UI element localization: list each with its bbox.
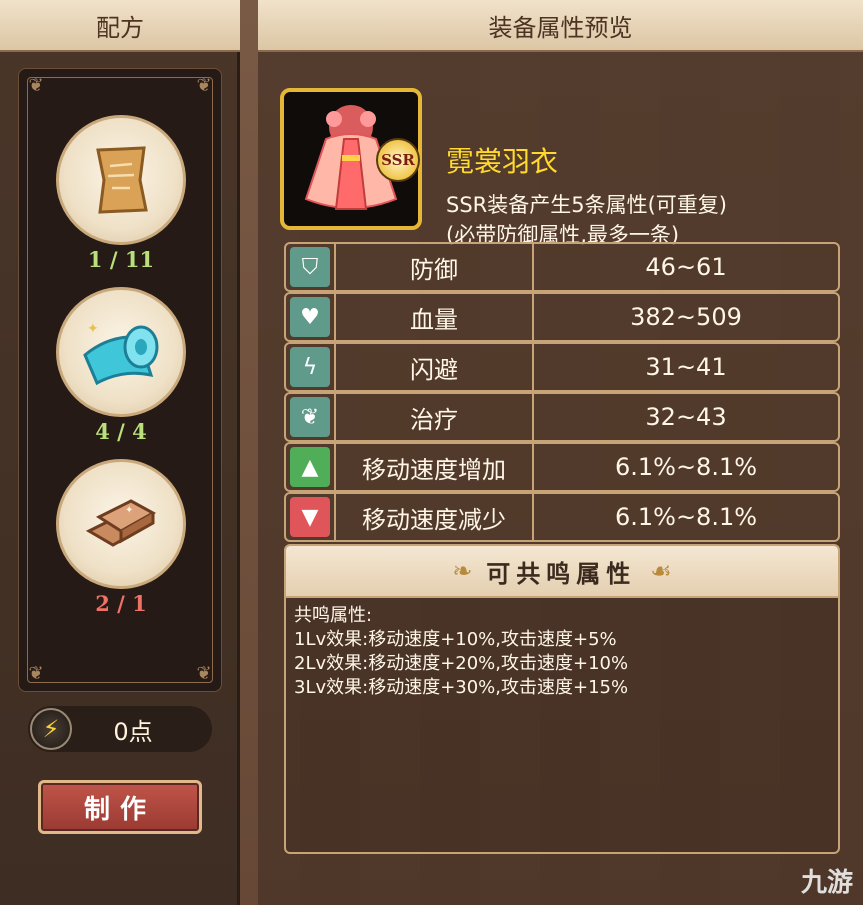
- ornament-right-icon: ☙: [650, 557, 672, 585]
- equipment-preview-panel: 装备属性预览 SSR 霓裳羽衣 SSR装备产生5条属性(可重复) (必带防御属性…: [258, 0, 863, 905]
- resonance-label: 共鸣属性:: [294, 605, 373, 626]
- preview-body: SSR 霓裳羽衣 SSR装备产生5条属性(可重复) (必带防御属性,最多一条) …: [258, 52, 863, 905]
- make-button[interactable]: 制作: [38, 780, 202, 834]
- material-slot-1[interactable]: 1 / 11: [56, 115, 186, 272]
- recipe-materials-box: ❦ ❦ ❦ ❦ 1 / 11 ✦ 4 / 4 ✦ 2 / 1: [18, 68, 222, 692]
- leaf-icon: ❦: [290, 397, 330, 437]
- material-count: 4 / 4: [95, 419, 147, 444]
- stat-row-defense: ⛉ 防御 46~61: [284, 242, 840, 292]
- corner-ornament-icon: ❦: [28, 75, 44, 96]
- boot-down-icon: ▼: [290, 497, 330, 537]
- stat-name: 防御: [336, 244, 534, 290]
- recipe-scroll-icon: [56, 115, 186, 245]
- lightning-icon: ϟ: [290, 347, 330, 387]
- preview-title: 装备属性预览: [258, 0, 863, 52]
- points-value: 0点: [113, 717, 153, 746]
- ssr-rarity-badge: SSR: [376, 138, 420, 182]
- corner-ornament-icon: ❦: [28, 663, 44, 684]
- stat-value: 31~41: [645, 353, 727, 381]
- stat-name: 闪避: [336, 344, 534, 390]
- stat-row-speed-up: ▲ 移动速度增加 6.1%~8.1%: [284, 442, 840, 492]
- copper-ingot-icon: ✦: [56, 459, 186, 589]
- stat-value: 32~43: [645, 403, 727, 431]
- watermark-logo: 九游: [800, 868, 853, 898]
- resonance-line: 3Lv效果:移动速度+30%,攻击速度+15%: [294, 677, 629, 698]
- stat-row-speed-down: ▼ 移动速度减少 6.1%~8.1%: [284, 492, 840, 542]
- svg-text:✦: ✦: [87, 321, 99, 337]
- material-slot-3[interactable]: ✦ 2 / 1: [56, 459, 186, 616]
- cloth-bolt-icon: ✦: [56, 287, 186, 417]
- equipment-name: 霓裳羽衣: [446, 145, 559, 178]
- heart-icon: ♥: [290, 297, 330, 337]
- stat-row-heal: ❦ 治疗 32~43: [284, 392, 840, 442]
- ornament-left-icon: ❧: [452, 557, 473, 585]
- boot-up-icon: ▲: [290, 447, 330, 487]
- stat-name: 移动速度减少: [336, 494, 534, 540]
- stats-table: ⛉ 防御 46~61 ♥ 血量 382~509 ϟ 闪避 31~41 ❦ 治疗 …: [284, 242, 840, 542]
- lightning-icon: ⚡: [30, 708, 72, 750]
- stat-row-dodge: ϟ 闪避 31~41: [284, 342, 840, 392]
- material-slot-2[interactable]: ✦ 4 / 4: [56, 287, 186, 444]
- stat-value: 382~509: [630, 303, 742, 331]
- stat-name: 治疗: [336, 394, 534, 440]
- points-display: ⚡ 0点: [28, 706, 212, 752]
- svg-text:✦: ✦: [125, 505, 133, 516]
- stat-name: 移动速度增加: [336, 444, 534, 490]
- stat-name: 血量: [336, 294, 534, 340]
- material-count: 2 / 1: [95, 591, 147, 616]
- stat-value: 6.1%~8.1%: [614, 453, 758, 481]
- stat-value: 46~61: [645, 253, 727, 281]
- resonance-title: 可共鸣属性: [486, 559, 637, 588]
- recipe-panel: 配方 ❦ ❦ ❦ ❦ 1 / 11 ✦ 4 / 4 ✦ 2 / 1 ⚡ 0点 制…: [0, 0, 240, 905]
- material-count: 1 / 11: [87, 247, 155, 272]
- resonance-section: ❧ 可共鸣属性 ☙ 共鸣属性: 1Lv效果:移动速度+10%,攻击速度+5% 2…: [284, 544, 840, 854]
- stat-value: 6.1%~8.1%: [614, 503, 758, 531]
- resonance-header: ❧ 可共鸣属性 ☙: [286, 546, 838, 598]
- resonance-line: 1Lv效果:移动速度+10%,攻击速度+5%: [294, 629, 617, 650]
- corner-ornament-icon: ❦: [196, 663, 212, 684]
- recipe-title: 配方: [0, 0, 240, 52]
- corner-ornament-icon: ❦: [196, 75, 212, 96]
- resonance-line: 2Lv效果:移动速度+20%,攻击速度+10%: [294, 653, 629, 674]
- equipment-description: SSR装备产生5条属性(可重复) (必带防御属性,最多一条): [446, 190, 727, 250]
- description-line: SSR装备产生5条属性(可重复): [446, 193, 727, 217]
- stat-row-hp: ♥ 血量 382~509: [284, 292, 840, 342]
- resonance-text: 共鸣属性: 1Lv效果:移动速度+10%,攻击速度+5% 2Lv效果:移动速度+…: [286, 598, 838, 706]
- shield-icon: ⛉: [290, 247, 330, 287]
